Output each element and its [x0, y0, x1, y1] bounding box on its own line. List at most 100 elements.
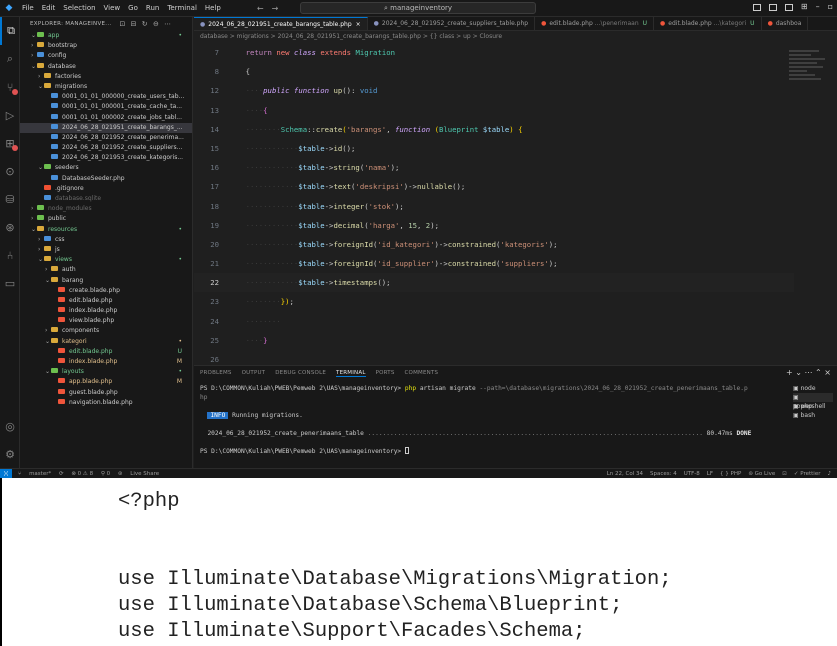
search-activity-icon[interactable]: ⌕ [0, 45, 20, 73]
explorer-icon[interactable]: ⧉ [0, 17, 20, 45]
maximize-panel-icon[interactable]: ⌃ [815, 368, 822, 377]
code-line[interactable]: 22 ············$table->timestamps(); [194, 273, 794, 293]
code-line[interactable]: 12 ····public function up(): void [194, 81, 794, 100]
minimize-icon[interactable]: – [816, 2, 820, 11]
code-line[interactable]: 15 ············$table->id(); [194, 139, 794, 158]
tree-file[interactable]: index.blade.php [20, 306, 192, 316]
account-icon[interactable]: ◎ [0, 412, 20, 440]
language-mode[interactable]: { } PHP [720, 469, 741, 478]
tree-folder[interactable]: › bootstrap [20, 41, 192, 51]
more-actions-icon[interactable]: ⋯ [164, 20, 171, 28]
run-debug-icon[interactable]: ▷ [0, 101, 20, 129]
breadcrumb[interactable]: database > migrations > 2024_06_28_02195… [194, 31, 837, 43]
remote-icon[interactable]: ⊙ [0, 157, 20, 185]
ports-status[interactable]: ⚲ 0 [101, 471, 110, 477]
minimap[interactable] [789, 48, 829, 108]
menu-item-edit[interactable]: Edit [38, 4, 60, 12]
notification-icon[interactable]: ⊡ [782, 469, 787, 478]
editor-tab[interactable]: ● 2024_06_28_021951_create_barangs_table.… [194, 17, 368, 30]
go-live-status[interactable]: ⊚ Go Live [748, 469, 775, 478]
code-line[interactable]: 7 return new class extends Migration [194, 43, 794, 62]
code-line[interactable]: 21 ············$table->foreignId('id_sup… [194, 254, 794, 273]
git-graph-icon[interactable]: ⑃ [0, 241, 20, 269]
tree-file[interactable]: view.blade.php [20, 316, 192, 326]
code-line[interactable]: 18 ············$table->integer('stok'); [194, 197, 794, 216]
database-icon[interactable]: ⛁ [0, 185, 20, 213]
code-line[interactable]: 19 ············$table->decimal('harga', … [194, 216, 794, 235]
editor-tab[interactable]: ● edit.blade.php ...\kategori U [654, 17, 762, 30]
command-center-search[interactable]: ⌕ manageinventory [300, 2, 536, 14]
menu-item-selection[interactable]: Selection [59, 4, 99, 12]
collapse-all-icon[interactable]: ⊖ [153, 20, 159, 28]
tree-file[interactable]: .gitignore [20, 184, 192, 194]
tree-file[interactable]: database.sqlite [20, 194, 192, 204]
editor-tab[interactable]: ● edit.blade.php ...\penerimaan U [535, 17, 655, 30]
code-editor[interactable]: 7 return new class extends Migration 8 {1… [194, 43, 794, 365]
comments-icon[interactable]: ▭ [0, 269, 20, 297]
menu-item-go[interactable]: Go [124, 4, 142, 12]
tree-file[interactable]: 0001_01_01_000002_create_jobs_tabl... [20, 113, 192, 123]
terminal-output[interactable]: PS D:\COMMON\Kuliah\PWEB\Pemweb 2\UAS\ma… [200, 384, 790, 456]
indentation[interactable]: Spaces: 4 [650, 469, 677, 478]
code-line[interactable]: 16 ············$table->string('nama'); [194, 158, 794, 177]
tree-folder[interactable]: › node_modules [20, 204, 192, 214]
tree-file[interactable]: 2024_06_28_021952_create_suppliers... [20, 143, 192, 153]
customize-layout-icon[interactable]: ⊞ [801, 2, 808, 11]
panel-more-icon[interactable]: ⋯ [805, 368, 813, 377]
new-terminal-icon[interactable]: + [786, 368, 793, 377]
code-line[interactable]: 25 ····} [194, 331, 794, 350]
tree-file[interactable]: create.blade.php [20, 286, 192, 296]
live-share-icon[interactable]: ⊛ [0, 213, 20, 241]
tree-folder[interactable]: ⌄ barang [20, 276, 192, 286]
tree-folder[interactable]: ⌄ layouts • [20, 367, 192, 377]
code-line[interactable]: 23 ········}); [194, 292, 794, 311]
menu-item-file[interactable]: File [18, 4, 38, 12]
panel-tab-ports[interactable]: PORTS [376, 370, 395, 376]
tree-file[interactable]: DatabaseSeeder.php [20, 174, 192, 184]
code-line[interactable]: 20 ············$table->foreignId('id_kat… [194, 235, 794, 254]
tree-folder[interactable]: › components [20, 326, 192, 336]
cursor-position[interactable]: Ln 22, Col 34 [607, 469, 643, 478]
toggle-sidebar-icon[interactable] [752, 4, 761, 11]
toggle-panel-icon[interactable] [768, 4, 777, 11]
line-ending[interactable]: LF [707, 469, 713, 478]
tree-folder[interactable]: › js [20, 245, 192, 255]
prettier-status[interactable]: ✓ Prettier [794, 469, 821, 478]
maximize-icon[interactable]: ▫ [828, 2, 833, 11]
encoding[interactable]: UTF-8 [684, 469, 700, 478]
terminal-instance[interactable]: ▣ powershell [793, 393, 833, 410]
code-line[interactable]: 13 ····{ [194, 101, 794, 120]
tree-folder[interactable]: ⌄ migrations [20, 82, 192, 92]
remote-indicator-icon[interactable]: ⟩⟨ [0, 469, 12, 478]
tree-file[interactable]: app.blade.php M [20, 377, 192, 387]
manage-gear-icon[interactable]: ⚙ [0, 440, 20, 468]
tree-file[interactable]: 2024_06_28_021951_create_barangs_... [20, 122, 192, 133]
back-arrow-icon[interactable]: ← [257, 4, 264, 13]
tree-file[interactable]: edit.blade.php [20, 296, 192, 306]
menu-item-run[interactable]: Run [142, 4, 163, 12]
tree-folder[interactable]: ⌄ database [20, 62, 192, 72]
tree-file[interactable]: 0001_01_01_000001_create_cache_ta... [20, 102, 192, 112]
tree-file[interactable]: navigation.blade.php [20, 398, 192, 408]
tree-folder[interactable]: › factories [20, 72, 192, 82]
tree-file[interactable]: 2024_06_28_021953_create_kategoris... [20, 153, 192, 163]
panel-tab-output[interactable]: OUTPUT [242, 370, 266, 376]
code-line[interactable]: 8 { [194, 62, 794, 81]
branch-status[interactable]: ⑂ master* [18, 471, 51, 477]
close-tab-icon[interactable]: × [356, 21, 361, 28]
extensions-icon[interactable]: ⊞ [0, 129, 20, 157]
terminal-dropdown-icon[interactable]: ⌄ [795, 368, 802, 377]
bell-icon[interactable]: ♪ [827, 469, 831, 478]
forward-arrow-icon[interactable]: → [272, 4, 279, 13]
terminal-instance[interactable]: ▣ node [793, 384, 833, 393]
panel-tab-comments[interactable]: COMMENTS [405, 370, 439, 376]
editor-tab[interactable]: ● 2024_06_28_021952_create_suppliers_tabl… [368, 17, 536, 30]
code-line[interactable]: 14 ········Schema::create('barangs', fun… [194, 120, 794, 139]
menu-item-help[interactable]: Help [201, 4, 225, 12]
tree-folder[interactable]: ⌄ kategori • [20, 337, 192, 347]
sync-icon[interactable]: ⟳ [59, 471, 64, 477]
editor-tab[interactable]: ● dashboa [762, 17, 809, 30]
tree-folder[interactable]: › css [20, 235, 192, 245]
tree-folder[interactable]: ⌄ resources • [20, 225, 192, 235]
tree-folder[interactable]: › auth [20, 265, 192, 275]
